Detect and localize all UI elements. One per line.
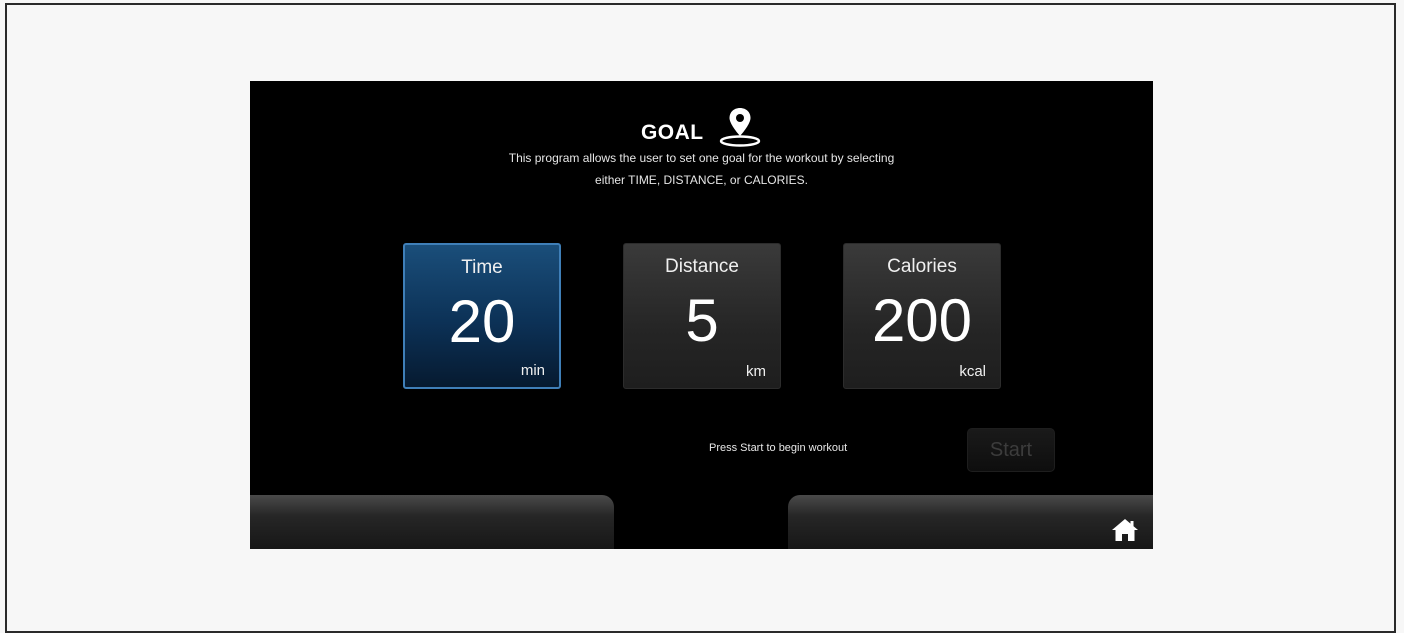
calories-goal-label: Calories xyxy=(887,256,957,277)
start-hint-text: Press Start to begin workout xyxy=(709,442,848,454)
start-button[interactable]: Start xyxy=(967,428,1055,472)
location-pin-icon xyxy=(718,105,762,149)
home-button[interactable] xyxy=(1110,515,1140,545)
home-icon xyxy=(1112,519,1138,541)
time-goal-value: 20 xyxy=(448,288,516,355)
page-title: GOAL xyxy=(640,121,704,144)
distance-goal-value: 5 xyxy=(685,287,719,354)
calories-goal-unit: kcal xyxy=(959,363,986,380)
calories-goal-tile[interactable]: Calories 200 kcal xyxy=(843,243,1001,389)
distance-goal-tile[interactable]: Distance 5 km xyxy=(623,243,781,389)
time-goal-unit: min xyxy=(520,362,545,379)
time-goal-label: Time xyxy=(461,257,503,278)
bottom-bar-right xyxy=(788,495,1153,549)
calories-goal-value: 200 xyxy=(871,287,973,354)
description-line: either TIME, DISTANCE, or CALORIES. xyxy=(595,173,808,187)
distance-goal-unit: km xyxy=(746,363,766,380)
bottom-bar-left xyxy=(250,495,614,549)
description-line: This program allows the user to set one … xyxy=(508,151,895,165)
time-goal-tile[interactable]: Time 20 min xyxy=(403,243,561,389)
console-screen: GOAL This program allows the user to set… xyxy=(250,81,1153,549)
distance-goal-label: Distance xyxy=(665,256,739,277)
program-description: This program allows the user to set one … xyxy=(250,147,1153,191)
